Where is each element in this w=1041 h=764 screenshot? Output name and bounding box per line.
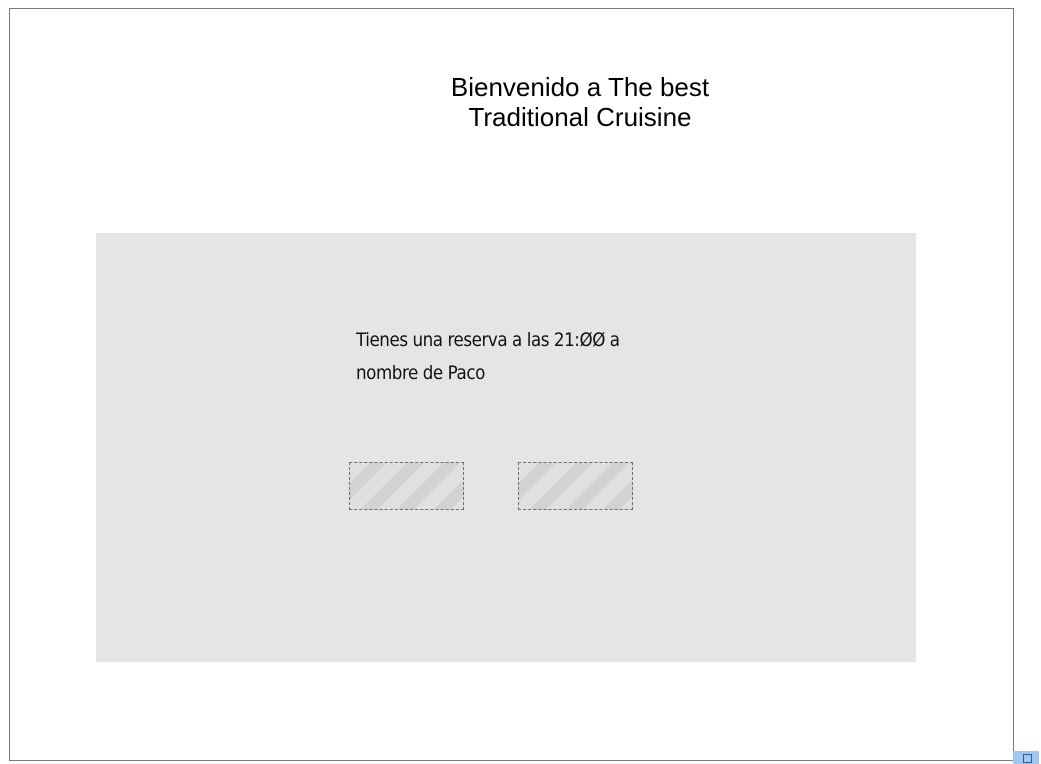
reservation-message: Tienes una reserva a las 21:ØØ a nombre …: [356, 329, 620, 384]
resize-icon[interactable]: [1013, 751, 1039, 764]
page-title: Bienvenido a The best Traditional Cruisi…: [450, 72, 710, 132]
resize-square: [1022, 754, 1032, 763]
first-action-button[interactable]: [349, 462, 464, 510]
reservation-panel: [96, 233, 916, 662]
second-action-button[interactable]: [518, 462, 633, 510]
